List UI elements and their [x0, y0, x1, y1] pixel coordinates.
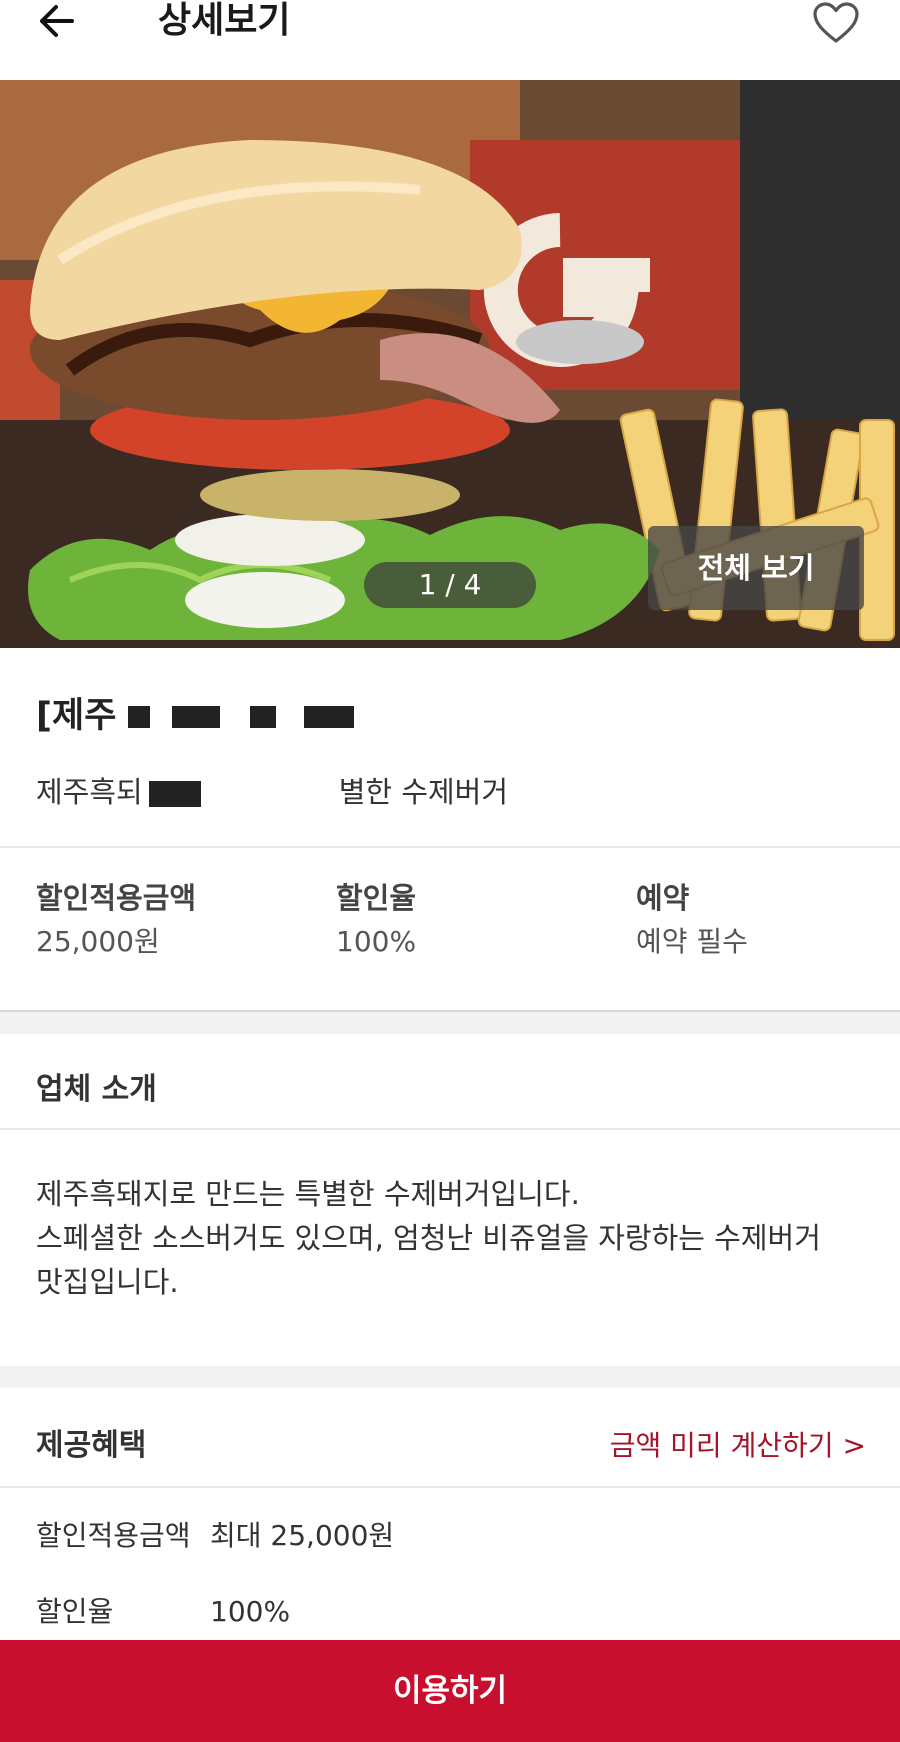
benefit-value: 100% — [210, 1595, 291, 1628]
intro-line: 스페셜한 소스버거도 있으며, 엄청난 비쥬얼을 자랑하는 수제버거 — [36, 1221, 821, 1255]
redaction-mark — [172, 706, 221, 728]
info-label: 할인율 — [336, 881, 417, 915]
shop-title: [제주 — [36, 692, 355, 740]
redaction-mark — [304, 706, 355, 728]
divider — [0, 1128, 900, 1130]
benefit-row: 할인율 100% — [36, 1590, 290, 1634]
benefit-label: 할인율 — [36, 1595, 114, 1628]
shop-desc-start: 제주흑되 — [36, 775, 143, 809]
use-button[interactable]: 이용하기 — [0, 1640, 900, 1742]
view-all-button[interactable]: 전체 보기 — [648, 526, 864, 610]
calculate-price-link[interactable]: 금액 미리 계산하기 > — [610, 1424, 866, 1468]
page-title: 상세보기 — [158, 0, 291, 41]
gallery-counter: 1 / 4 — [364, 562, 536, 608]
intro-line: 제주흑돼지로 만드는 특별한 수제버거입니다. — [36, 1177, 580, 1211]
divider — [0, 1486, 900, 1488]
info-value: 예약 필수 — [636, 925, 748, 958]
intro-section-title: 업체 소개 — [36, 1072, 157, 1107]
info-reservation: 예약 예약 필수 — [636, 876, 748, 964]
benefit-value: 최대 25,000원 — [210, 1519, 395, 1552]
info-label: 예약 — [636, 881, 690, 915]
intro-text: 제주흑돼지로 만드는 특별한 수제버거입니다. 스페셜한 소스버거도 있으며, … — [36, 1172, 866, 1304]
divider — [0, 846, 900, 848]
info-value: 25,000원 — [36, 925, 160, 958]
benefits-section-title: 제공혜택 — [36, 1428, 147, 1463]
info-discount-rate: 할인율 100% — [336, 876, 416, 964]
hero-image[interactable]: 1 / 4 전체 보기 — [0, 80, 900, 648]
shop-desc-end: 별한 수제버거 — [338, 775, 509, 809]
arrow-left-icon — [40, 5, 74, 37]
heart-outline-icon — [813, 2, 859, 43]
redaction-mark — [148, 781, 201, 807]
favorite-button[interactable] — [808, 0, 864, 46]
back-button[interactable] — [36, 0, 92, 42]
app-header: 상세보기 — [0, 0, 900, 80]
section-gap — [0, 1366, 900, 1388]
redaction-mark — [128, 706, 151, 728]
info-label: 할인적용금액 — [36, 881, 197, 915]
section-gap — [0, 1012, 900, 1034]
intro-line: 맛집입니다. — [36, 1265, 179, 1299]
shop-description: 제주흑되 별한 수제버거 — [36, 772, 508, 812]
benefit-label: 할인적용금액 — [36, 1519, 191, 1552]
info-discount-amount: 할인적용금액 25,000원 — [36, 876, 196, 964]
benefit-row: 할인적용금액 최대 25,000원 — [36, 1514, 394, 1558]
shop-title-text: [제주 — [36, 696, 117, 736]
info-value: 100% — [336, 925, 417, 958]
redaction-mark — [250, 706, 277, 728]
